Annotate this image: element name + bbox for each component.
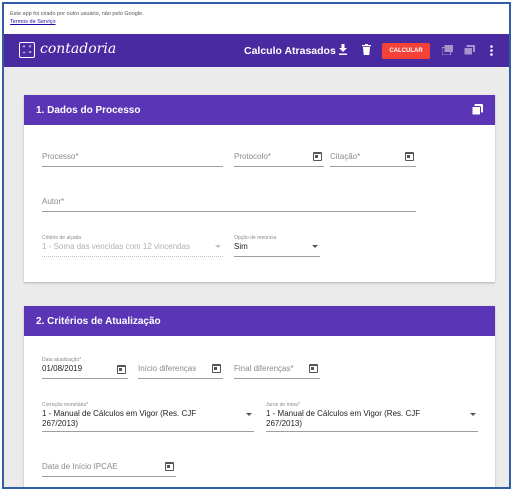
juros-mora-value-line1: 1 - Manual de Cálculos em Vigor (Res. CJ… (266, 409, 421, 418)
download-icon[interactable] (338, 44, 348, 58)
autor-label: Autor* (42, 197, 65, 206)
correcao-monetaria-label: Correção monetária* (42, 402, 89, 408)
library-icon[interactable] (463, 45, 475, 58)
correcao-monetaria-value-line2: 267/2013) (42, 419, 79, 428)
calendar-icon[interactable] (309, 364, 318, 373)
update-criteria-header: 2. Critérios de Atualização (24, 306, 495, 336)
process-data-card: 1. Dados do Processo Processo* Protocolo… (24, 95, 495, 282)
delete-icon[interactable] (362, 44, 371, 58)
autor-field[interactable]: Autor* (42, 197, 416, 212)
calendar-icon[interactable] (117, 365, 126, 374)
citacao-label: Citação* (330, 152, 361, 161)
data-atualizacao-field[interactable]: Data atualização* 01/08/2019 (42, 357, 128, 379)
calendar-icon[interactable] (165, 462, 174, 471)
inicio-diferencas-field[interactable]: Início diferenças (138, 364, 223, 379)
terms-of-service-link[interactable]: Termos de Serviço (10, 18, 503, 27)
chevron-down-icon[interactable] (246, 413, 252, 416)
protocolo-label: Protocolo* (234, 152, 271, 161)
juros-mora-label: Juros de mora* (266, 402, 300, 408)
library-books-icon[interactable] (471, 104, 483, 118)
app-logo-text: contadoria (40, 41, 117, 57)
logo-icon: + × ÷ = (19, 42, 35, 58)
data-atualizacao-value: 01/08/2019 (42, 364, 83, 373)
google-notice-bar: Este app foi criado por outro usuário, n… (4, 4, 509, 34)
process-data-header: 1. Dados do Processo (24, 95, 495, 125)
criterio-alcada-select: Critério de alçada 1 - Soma das vencidas… (42, 235, 223, 257)
protocolo-field[interactable]: Protocolo* (234, 152, 324, 167)
correcao-monetaria-select[interactable]: Correção monetária* 1 - Manual de Cálcul… (42, 402, 254, 432)
copy-icon[interactable] (441, 45, 453, 58)
chevron-down-icon[interactable] (312, 245, 318, 248)
juros-mora-value-line2: 267/2013) (266, 419, 303, 428)
app-window: Este app foi criado por outro usuário, n… (2, 2, 511, 489)
citacao-field[interactable]: Citação* (330, 152, 416, 167)
opcao-renuncia-label: Opção de renúncia (234, 235, 277, 241)
inicio-diferencas-label: Início diferenças (138, 364, 197, 373)
criterio-alcada-label: Critério de alçada (42, 235, 82, 241)
correcao-monetaria-value-line1: 1 - Manual de Cálculos em Vigor (Res. CJ… (42, 409, 197, 418)
calculate-button[interactable]: CALCULAR (382, 43, 430, 59)
page-title: Calculo Atrasados (244, 45, 336, 57)
section-title: 1. Dados do Processo (36, 105, 141, 116)
processo-label: Processo* (42, 152, 79, 161)
final-diferencas-field[interactable]: Final diferenças* (234, 364, 320, 379)
final-diferencas-label: Final diferenças* (234, 364, 294, 373)
opcao-renuncia-value: Sim (234, 242, 248, 251)
google-notice-text: Este app foi criado por outro usuário, n… (10, 11, 144, 17)
criterio-alcada-value: 1 - Soma das vencidas com 12 vincendas (42, 242, 191, 251)
data-inicio-ipcae-field[interactable]: Data de Início IPCAE (42, 462, 176, 477)
juros-mora-select[interactable]: Juros de mora* 1 - Manual de Cálculos em… (266, 402, 478, 432)
processo-field[interactable]: Processo* (42, 152, 223, 167)
update-criteria-card: 2. Critérios de Atualização Data atualiz… (24, 306, 495, 487)
data-inicio-ipcae-label: Data de Início IPCAE (42, 462, 118, 471)
section-title: 2. Critérios de Atualização (36, 316, 161, 327)
chevron-down-icon (215, 245, 221, 248)
chevron-down-icon[interactable] (470, 413, 476, 416)
app-toolbar: + × ÷ = contadoria Calculo Atrasados CALC… (4, 34, 509, 67)
calendar-icon[interactable] (313, 152, 322, 161)
calendar-icon[interactable] (405, 152, 414, 161)
data-atualizacao-label: Data atualização* (42, 357, 82, 363)
opcao-renuncia-select[interactable]: Opção de renúncia Sim (234, 235, 320, 257)
calendar-icon[interactable] (212, 364, 221, 373)
more-menu-icon[interactable] (490, 45, 493, 59)
